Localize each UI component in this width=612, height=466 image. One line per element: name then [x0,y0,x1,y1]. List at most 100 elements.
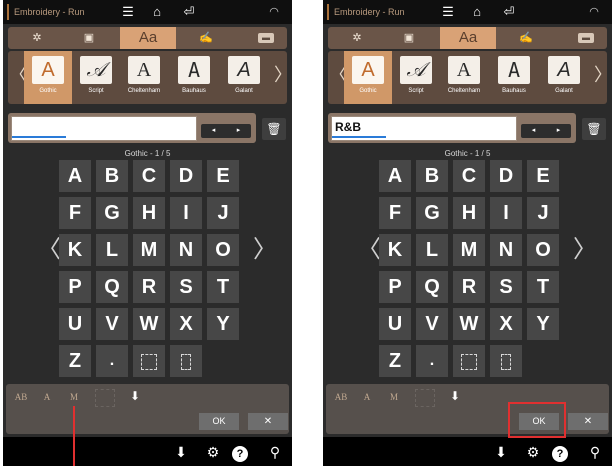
text-input-field[interactable] [11,116,197,141]
tab-frame[interactable]: ▣ [394,27,424,49]
arrangement-icon[interactable]: AB [328,387,354,407]
key-k[interactable]: K [379,234,411,266]
key-o[interactable]: O [527,234,559,266]
help-icon[interactable]: ? [550,442,570,462]
key-g[interactable]: G [416,197,448,229]
key-t[interactable]: T [207,271,239,303]
key-half-space[interactable] [170,345,202,377]
close-button[interactable]: ✕ [248,413,288,430]
key-h[interactable]: H [133,197,165,229]
cursor-left-button[interactable]: ◂ [201,124,226,138]
key-half-space[interactable] [490,345,522,377]
key-v[interactable]: V [416,308,448,340]
key-m[interactable]: M [133,234,165,266]
menu-icon[interactable]: ☰ [439,3,457,21]
key-u[interactable]: U [59,308,91,340]
arrangement-icon[interactable]: AB [8,387,34,407]
key-s[interactable]: S [490,271,522,303]
key-x[interactable]: X [170,308,202,340]
key-g[interactable]: G [96,197,128,229]
key-x[interactable]: X [490,308,522,340]
key-z[interactable]: Z [59,345,91,377]
delete-icon[interactable]: 🗑 [582,118,606,140]
key-i[interactable]: I [490,197,522,229]
key-space[interactable] [133,345,165,377]
wrench-icon[interactable]: ⚲ [585,442,605,462]
key-l[interactable]: L [416,234,448,266]
key-c[interactable]: C [133,160,165,192]
menu-icon[interactable]: ☰ [119,3,137,21]
tab-pattern[interactable]: ✲ [340,27,374,49]
font-item-cheltenham[interactable]: A Cheltenham [120,51,168,104]
key-q[interactable]: Q [416,271,448,303]
key-o[interactable]: O [207,234,239,266]
key-r[interactable]: R [133,271,165,303]
delete-icon[interactable]: 🗑 [262,118,286,140]
tab-monogram[interactable]: ✍ [188,27,224,49]
page-prev-arrow[interactable]: 〈 [37,235,61,265]
key-w[interactable]: W [133,308,165,340]
cursor-left-button[interactable]: ◂ [521,124,546,138]
font-item-galant[interactable]: A Galant [220,51,268,104]
key-b[interactable]: B [416,160,448,192]
key-y[interactable]: Y [527,308,559,340]
page-next-arrow[interactable]: 〉 [573,235,597,265]
gear-icon[interactable]: ⚙ [203,442,223,462]
key-space[interactable] [453,345,485,377]
font-item-bauhaus[interactable]: A Bauhaus [490,51,538,104]
import-icon[interactable]: ⬇ [127,387,143,405]
key-w[interactable]: W [453,308,485,340]
font-item-gothic[interactable]: A Gothic [24,51,72,104]
font-next-arrow[interactable]: 〉 [594,64,612,86]
key-c[interactable]: C [453,160,485,192]
font-item-cheltenham[interactable]: A Cheltenham [440,51,488,104]
key-l[interactable]: L [96,234,128,266]
key-period[interactable]: . [96,345,128,377]
key-j[interactable]: J [207,197,239,229]
home-icon[interactable]: ⌂ [148,3,166,21]
key-a[interactable]: A [59,160,91,192]
cursor-right-button[interactable]: ▸ [226,124,251,138]
key-z[interactable]: Z [379,345,411,377]
close-button[interactable]: ✕ [568,413,608,430]
key-q[interactable]: Q [96,271,128,303]
import-icon[interactable]: ⬇ [491,442,511,462]
key-f[interactable]: F [379,197,411,229]
key-y[interactable]: Y [207,308,239,340]
font-next-arrow[interactable]: 〉 [274,64,292,86]
import-icon[interactable]: ⬇ [447,387,463,405]
font-item-gothic[interactable]: A Gothic [344,51,392,104]
font-item-script[interactable]: 𝒜 Script [72,51,120,104]
tab-more[interactable]: ▬ [254,27,278,49]
key-i[interactable]: I [170,197,202,229]
tab-monogram[interactable]: ✍ [508,27,544,49]
key-e[interactable]: E [207,160,239,192]
key-k[interactable]: K [59,234,91,266]
key-t[interactable]: T [527,271,559,303]
home-icon[interactable]: ⌂ [468,3,486,21]
key-a[interactable]: A [379,160,411,192]
key-e[interactable]: E [527,160,559,192]
font-item-script[interactable]: 𝒜 Script [392,51,440,104]
key-r[interactable]: R [453,271,485,303]
tab-text[interactable]: Aa [120,27,176,49]
font-item-galant[interactable]: A Galant [540,51,588,104]
tab-more[interactable]: ▬ [574,27,598,49]
wrench-icon[interactable]: ⚲ [265,442,285,462]
ok-button[interactable]: OK [199,413,239,430]
text-size-icon[interactable]: M [61,387,87,407]
tab-text[interactable]: Aa [440,27,496,49]
key-u[interactable]: U [379,308,411,340]
letter-size-icon[interactable]: A [354,387,380,407]
page-next-arrow[interactable]: 〉 [253,235,277,265]
key-b[interactable]: B [96,160,128,192]
key-period[interactable]: . [416,345,448,377]
letter-size-icon[interactable]: A [34,387,60,407]
key-p[interactable]: P [59,271,91,303]
page-prev-arrow[interactable]: 〈 [357,235,381,265]
key-n[interactable]: N [490,234,522,266]
key-h[interactable]: H [453,197,485,229]
text-input-field[interactable]: R&B [331,116,517,141]
key-v[interactable]: V [96,308,128,340]
import-icon[interactable]: ⬇ [171,442,191,462]
